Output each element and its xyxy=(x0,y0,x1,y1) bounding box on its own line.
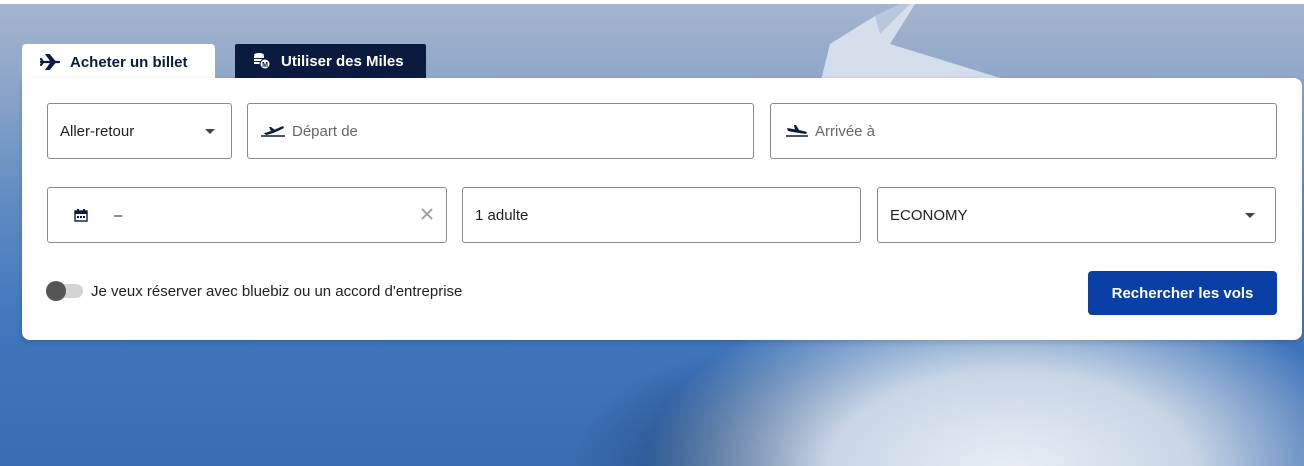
passengers-input[interactable]: 1 adulte xyxy=(462,187,861,243)
search-form-card: Aller-retour Départ de Arrivée à – 1 adu… xyxy=(22,78,1302,340)
tab-buy-ticket-label: Acheter un billet xyxy=(70,53,188,71)
tab-use-miles[interactable]: M Utiliser des Miles xyxy=(235,44,426,78)
chevron-down-icon xyxy=(1245,213,1255,218)
toggle-knob xyxy=(46,281,66,301)
tab-use-miles-label: Utiliser des Miles xyxy=(281,52,404,70)
chevron-down-icon xyxy=(205,129,215,134)
aircraft-winglet xyxy=(820,4,1020,84)
departure-input[interactable]: Départ de xyxy=(247,103,754,159)
cabin-class-select[interactable]: ECONOMY xyxy=(877,187,1276,243)
departure-placeholder: Départ de xyxy=(292,122,358,140)
trip-type-value: Aller-retour xyxy=(60,122,135,140)
airplane-icon xyxy=(40,54,60,70)
landing-icon xyxy=(771,124,815,138)
takeoff-icon xyxy=(248,124,292,138)
svg-text:M: M xyxy=(262,62,268,69)
calendar-icon xyxy=(48,208,114,222)
dates-input[interactable]: – xyxy=(47,187,447,243)
dates-value: – xyxy=(114,206,123,224)
tab-buy-ticket[interactable]: Acheter un billet xyxy=(22,44,215,80)
arrival-input[interactable]: Arrivée à xyxy=(770,103,1277,159)
corporate-toggle-label: Je veux réserver avec bluebiz ou un acco… xyxy=(91,283,463,300)
arrival-placeholder: Arrivée à xyxy=(815,122,876,140)
clear-icon[interactable] xyxy=(420,207,434,221)
cabin-class-value: ECONOMY xyxy=(890,206,968,224)
search-flights-button[interactable]: Rechercher les vols xyxy=(1088,271,1277,315)
passengers-value: 1 adulte xyxy=(475,206,529,224)
corporate-toggle[interactable] xyxy=(46,281,83,301)
coins-miles-icon: M xyxy=(253,52,271,70)
trip-type-select[interactable]: Aller-retour xyxy=(47,103,232,159)
